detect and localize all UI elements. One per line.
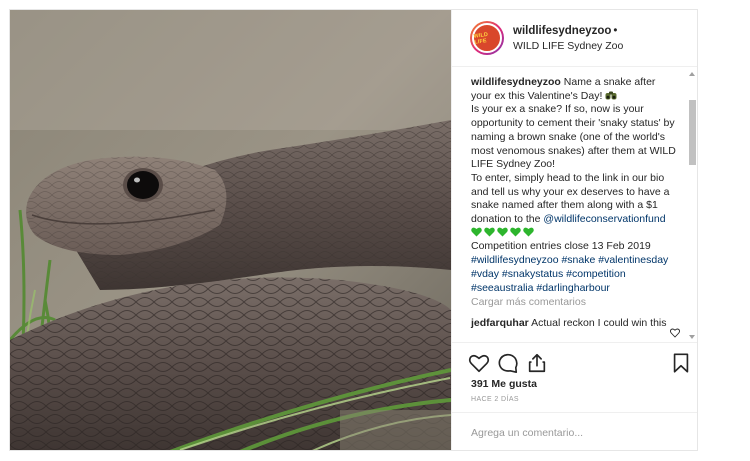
header-separator: •	[613, 25, 618, 37]
scroll-down-arrow-icon[interactable]	[689, 335, 695, 339]
green-hearts-emoji	[471, 227, 536, 238]
load-more-comments-button[interactable]: Cargar más comentarios	[471, 296, 586, 308]
instagram-post: WILD LIFE wildlifesydneyzoo • WILD LIFE S…	[9, 9, 698, 451]
speech-bubble-icon[interactable]	[497, 352, 519, 374]
add-comment-input[interactable]: Agrega un comentario...	[471, 427, 583, 439]
comment-item: jedfarquhar Actual reckon I could win th…	[471, 316, 671, 330]
heart-outline-icon[interactable]	[468, 352, 490, 374]
post-sidebar: WILD LIFE wildlifesydneyzoo • WILD LIFE S…	[451, 10, 697, 450]
small-heart-icon[interactable]	[670, 328, 680, 338]
header-username[interactable]: wildlifesydneyzoo	[513, 25, 611, 37]
post-photo-snake[interactable]	[10, 10, 451, 450]
caption-hashtags[interactable]: #wildlifesydneyzoo #snake #valentinesday…	[471, 254, 668, 293]
post-actions-bar	[452, 345, 697, 377]
comments-section[interactable]: wildlifesydneyzoo Name a snake after you…	[452, 68, 697, 343]
caption-username[interactable]: wildlifesydneyzoo	[471, 76, 561, 88]
green-heart-icon	[510, 227, 521, 237]
caption-line-4: Competition entries close 13 Feb 2019	[471, 240, 651, 253]
caption-mention-link[interactable]: @wildlifeconservationfund	[543, 213, 665, 225]
profile-avatar[interactable]: WILD LIFE	[470, 21, 504, 55]
green-heart-icon	[497, 227, 508, 237]
post-header: WILD LIFE wildlifesydneyzoo • WILD LIFE S…	[452, 10, 697, 67]
green-heart-icon	[523, 227, 534, 237]
post-timestamp[interactable]: HACE 2 DÍAS	[471, 396, 519, 403]
green-heart-icon	[471, 227, 482, 237]
comment-username[interactable]: jedfarquhar	[471, 317, 529, 329]
avatar-logo-text: WILD LIFE	[473, 31, 489, 46]
scroll-up-arrow-icon[interactable]	[689, 72, 695, 76]
share-icon[interactable]	[526, 352, 548, 374]
add-comment-box[interactable]: Agrega un comentario...	[452, 412, 697, 450]
header-text: wildlifesydneyzoo • WILD LIFE Sydney Zoo	[513, 22, 623, 54]
caption-line-2: Is your ex a snake? If so, now is your o…	[471, 103, 676, 171]
scrollbar-thumb[interactable]	[689, 100, 696, 165]
binoculars-emoji-icon	[605, 91, 617, 100]
post-caption: wildlifesydneyzoo Name a snake after you…	[471, 76, 677, 295]
comment-text: Actual reckon I could win this	[531, 317, 667, 329]
green-heart-icon	[484, 227, 495, 237]
bookmark-icon[interactable]	[670, 352, 692, 374]
comments-scrollbar[interactable]	[688, 70, 697, 341]
likes-count[interactable]: 391 Me gusta	[471, 378, 537, 390]
snake-photo-illustration	[10, 10, 451, 450]
header-location[interactable]: WILD LIFE Sydney Zoo	[513, 39, 623, 54]
